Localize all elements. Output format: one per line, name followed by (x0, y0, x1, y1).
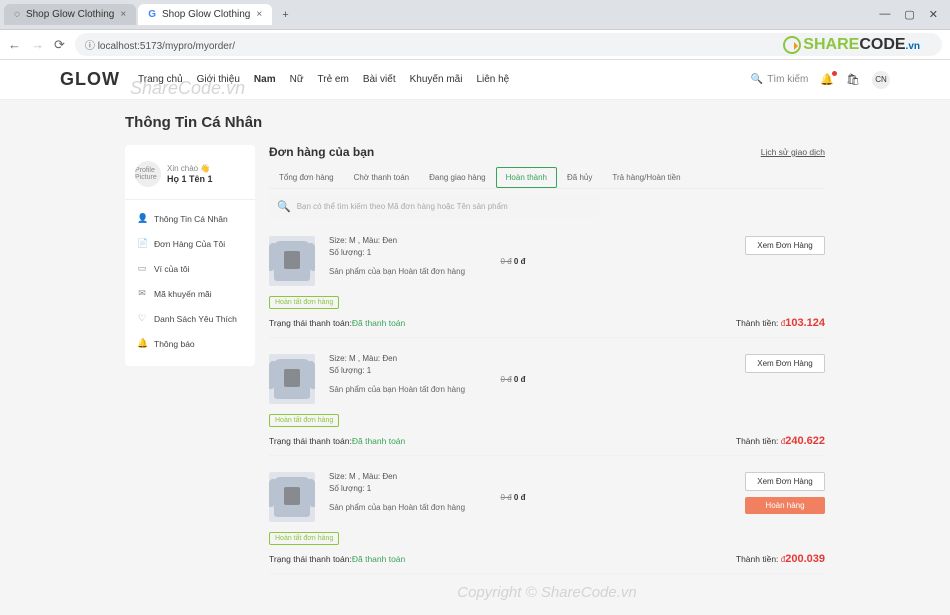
greeting: Xin chào 👋 (167, 164, 213, 173)
product-qty: Số lượng: 1 (329, 366, 469, 375)
url-text: localhost:5173/mypro/myorder/ (98, 41, 235, 52)
watermark-text: ShareCode.vn (130, 78, 245, 99)
reload-icon[interactable]: ⟳ (54, 37, 65, 53)
nav-blog[interactable]: Bài viết (363, 74, 396, 85)
insecure-icon: ⓘ (85, 41, 95, 52)
order-total: Thành tiền: đ103.124 (736, 317, 825, 329)
tab-return[interactable]: Trả hàng/Hoàn tiền (602, 167, 690, 188)
order-search-placeholder: Bạn có thể tìm kiếm theo Mã đơn hàng hoặ… (297, 202, 508, 211)
orders-title: Đơn hàng của bạn (269, 145, 374, 159)
sidebar-item-wallet[interactable]: ▭Ví của tôi (125, 256, 255, 281)
product-status: Sản phẩm của bạn Hoàn tất đơn hàng (329, 503, 469, 512)
return-button[interactable]: Hoàn hàng (745, 497, 825, 514)
new-tab-button[interactable]: + (274, 5, 296, 25)
user-avatar[interactable]: CN (872, 71, 890, 89)
browser-tab-strip: ◌ Shop Glow Clothing × G Shop Glow Cloth… (0, 0, 950, 30)
bell-icon: 🔔 (137, 338, 147, 349)
header-search[interactable]: 🔍 Tìm kiếm (751, 74, 809, 85)
heart-icon: ♡ (137, 313, 147, 324)
search-icon: 🔍 (277, 200, 291, 213)
sharecode-watermark-logo: SHARECODE.vn (783, 36, 920, 54)
tab-pending[interactable]: Chờ thanh toán (344, 167, 420, 188)
product-attrs: Size: M , Màu: Đen (329, 472, 469, 481)
avatar[interactable]: Profile Picture (135, 161, 161, 187)
product-status: Sản phẩm của bạn Hoàn tất đơn hàng (329, 267, 469, 276)
product-image[interactable] (269, 472, 315, 522)
profile-block: Profile Picture Xin chào 👋 Họ 1 Tên 1 (125, 155, 255, 200)
nav-men[interactable]: Nam (254, 74, 276, 85)
browser-tab[interactable]: ◌ Shop Glow Clothing × (4, 4, 136, 25)
product-attrs: Size: M , Màu: Đen (329, 236, 469, 245)
product-status: Sản phẩm của bạn Hoàn tất đơn hàng (329, 385, 469, 394)
product-attrs: Size: M , Màu: Đen (329, 354, 469, 363)
nav-promo[interactable]: Khuyến mãi (410, 74, 463, 85)
nav-contact[interactable]: Liên hệ (476, 74, 509, 85)
page-title: Thông Tin Cá Nhân (125, 114, 825, 131)
sidebar-item-notify[interactable]: 🔔Thông báo (125, 331, 255, 356)
search-placeholder: Tìm kiếm (767, 74, 808, 85)
close-icon[interactable]: × (256, 9, 262, 20)
product-qty: Số lượng: 1 (329, 248, 469, 257)
order-card: Size: M , Màu: Đen Số lượng: 1 Sản phẩm … (269, 466, 825, 574)
recycle-icon (783, 36, 801, 54)
username: Họ 1 Tên 1 (167, 174, 213, 184)
product-image[interactable] (269, 236, 315, 286)
tab-title: Shop Glow Clothing (26, 9, 114, 20)
payment-status: Trạng thái thanh toán:Đã thanh toán (269, 554, 405, 564)
view-order-button[interactable]: Xem Đơn Hàng (745, 236, 825, 255)
order-total: Thành tiền: đ240.622 (736, 435, 825, 447)
order-search[interactable]: 🔍 Bạn có thể tìm kiếm theo Mã đơn hàng h… (269, 195, 599, 218)
maximize-icon[interactable]: ▢ (904, 8, 914, 21)
tab-title: Shop Glow Clothing (162, 9, 250, 20)
order-card: Size: M , Màu: Đen Số lượng: 1 Sản phẩm … (269, 230, 825, 338)
order-card: Size: M , Màu: Đen Số lượng: 1 Sản phẩm … (269, 348, 825, 456)
back-icon[interactable]: ← (8, 37, 21, 52)
payment-status: Trạng thái thanh toán:Đã thanh toán (269, 318, 405, 328)
product-image[interactable] (269, 354, 315, 404)
mail-icon: ✉ (137, 288, 147, 299)
order-total: Thành tiền: đ200.039 (736, 553, 825, 565)
product-qty: Số lượng: 1 (329, 484, 469, 493)
order-tabs: Tổng đơn hàng Chờ thanh toán Đang giao h… (269, 167, 825, 189)
history-link[interactable]: Lịch sử giao dịch (761, 147, 825, 157)
view-order-button[interactable]: Xem Đơn Hàng (745, 472, 825, 491)
close-window-icon[interactable]: ✕ (929, 8, 938, 21)
status-badge: Hoàn tất đơn hàng (269, 414, 339, 427)
payment-status: Trạng thái thanh toán:Đã thanh toán (269, 436, 405, 446)
search-icon: 🔍 (751, 74, 763, 85)
tab-completed[interactable]: Hoàn thành (496, 167, 557, 188)
close-icon[interactable]: × (120, 9, 126, 20)
forward-icon[interactable]: → (31, 37, 44, 52)
view-order-button[interactable]: Xem Đơn Hàng (745, 354, 825, 373)
bell-icon[interactable]: 🔔 (820, 73, 834, 86)
wallet-icon: ▭ (137, 263, 147, 274)
nav-women[interactable]: Nữ (290, 74, 304, 85)
globe-icon: ◌ (14, 9, 20, 20)
line-price: 0 đ 0 đ (483, 493, 543, 502)
orders-panel: Đơn hàng của bạn Lịch sử giao dịch Tổng … (269, 145, 825, 601)
tab-shipping[interactable]: Đang giao hàng (419, 167, 496, 188)
profile-sidebar: Profile Picture Xin chào 👋 Họ 1 Tên 1 👤T… (125, 145, 255, 366)
line-price: 0 đ 0 đ (483, 375, 543, 384)
tab-all[interactable]: Tổng đơn hàng (269, 167, 344, 188)
nav-kids[interactable]: Trẻ em (318, 74, 349, 85)
status-badge: Hoàn tất đơn hàng (269, 532, 339, 545)
sidebar-item-orders[interactable]: 📄Đơn Hàng Của Tôi (125, 231, 255, 256)
site-header: SHARECODE.vn GLOW Trang chủ Giới thiệu N… (0, 60, 950, 100)
footer-watermark: Copyright © ShareCode.vn (269, 584, 825, 601)
browser-tab-active[interactable]: G Shop Glow Clothing × (138, 4, 272, 25)
line-price: 0 đ 0 đ (483, 257, 543, 266)
sidebar-item-profile[interactable]: 👤Thông Tin Cá Nhân (125, 206, 255, 231)
site-logo[interactable]: GLOW (60, 69, 120, 90)
status-badge: Hoàn tất đơn hàng (269, 296, 339, 309)
minimize-icon[interactable]: — (879, 8, 890, 21)
google-icon: G (148, 9, 156, 20)
cart-icon[interactable]: 🛍 (846, 73, 860, 86)
sidebar-item-coupon[interactable]: ✉Mã khuyến mãi (125, 281, 255, 306)
user-icon: 👤 (137, 213, 147, 224)
document-icon: 📄 (137, 238, 147, 249)
tab-cancelled[interactable]: Đã hủy (557, 167, 602, 188)
sidebar-item-wishlist[interactable]: ♡Danh Sách Yêu Thích (125, 306, 255, 331)
